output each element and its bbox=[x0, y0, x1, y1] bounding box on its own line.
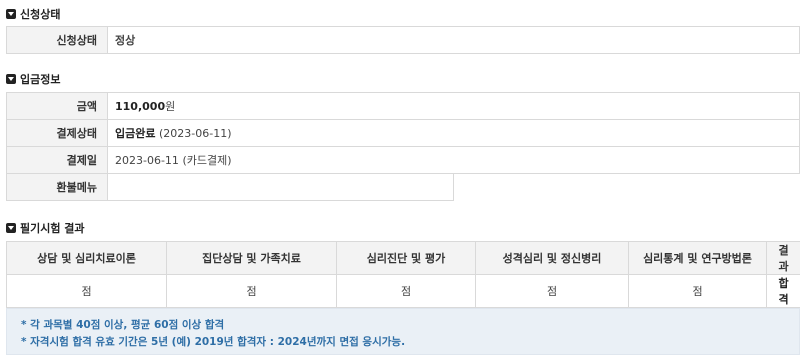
table-row: 신청상태 정상 bbox=[6, 26, 800, 54]
subject-header-5: 심리통계 및 연구방법론 bbox=[628, 241, 767, 275]
score-cell-5: 점 bbox=[628, 274, 767, 308]
refund-menu-cell[interactable] bbox=[107, 173, 454, 201]
application-section-title: 신청상태 bbox=[6, 6, 60, 22]
subject-header-1: 상담 및 심리치료이론 bbox=[6, 241, 167, 275]
amount-cell: 110,000원 bbox=[107, 92, 800, 120]
exam-result-table: 상담 및 심리치료이론 집단상담 및 가족치료 심리진단 및 평가 성격심리 및… bbox=[6, 241, 800, 308]
table-row: 환불메뉴 bbox=[6, 173, 800, 201]
pay-status-value: 입금완료 bbox=[115, 127, 156, 140]
table-header-row: 상담 및 심리치료이론 집단상담 및 가족치료 심리진단 및 평가 성격심리 및… bbox=[6, 241, 800, 275]
collapse-box-icon bbox=[6, 223, 16, 233]
application-title-text: 신청상태 bbox=[20, 8, 61, 21]
table-row: 점 점 점 점 점 합격 bbox=[6, 274, 800, 308]
notice-box: * 각 과목별 40점 이상, 평균 60점 이상 합격 * 자격시험 합격 유… bbox=[6, 308, 800, 355]
subject-header-4: 성격심리 및 정신병리 bbox=[475, 241, 629, 275]
refund-menu-spacer bbox=[453, 173, 800, 201]
exam-title-text: 필기시험 결과 bbox=[20, 222, 85, 235]
application-status-label: 신청상태 bbox=[6, 26, 108, 54]
collapse-box-icon bbox=[6, 74, 16, 84]
result-header: 결과 bbox=[766, 241, 800, 275]
result-cell: 합격 bbox=[766, 274, 800, 308]
application-table: 신청상태 정상 bbox=[6, 26, 800, 54]
score-cell-3: 점 bbox=[336, 274, 476, 308]
table-row: 결제일 2023-06-11 (카드결제) bbox=[6, 146, 800, 174]
table-row: 결제상태 입금완료 (2023-06-11) bbox=[6, 119, 800, 147]
notice-line-1: * 각 과목별 40점 이상, 평균 60점 이상 합격 bbox=[21, 319, 225, 331]
amount-unit: 원 bbox=[165, 100, 176, 113]
pay-date-label: 결제일 bbox=[6, 146, 108, 174]
pay-status-date: (2023-06-11) bbox=[158, 127, 232, 140]
amount-value: 110,000 bbox=[115, 100, 166, 113]
payment-section-title: 입금정보 bbox=[6, 71, 60, 87]
payment-table: 금액 110,000원 결제상태 입금완료 (2023-06-11) 결제일 2… bbox=[6, 92, 800, 201]
amount-label: 금액 bbox=[6, 92, 108, 120]
notice-line-2: * 자격시험 합격 유효 기간은 5년 (예) 2019년 합격자 : 2024… bbox=[21, 336, 406, 348]
refund-menu-label: 환불메뉴 bbox=[6, 173, 108, 201]
pay-date-cell: 2023-06-11 (카드결제) bbox=[107, 146, 800, 174]
table-row: 금액 110,000원 bbox=[6, 92, 800, 120]
score-cell-4: 점 bbox=[475, 274, 629, 308]
score-cell-1: 점 bbox=[6, 274, 167, 308]
subject-header-3: 심리진단 및 평가 bbox=[336, 241, 476, 275]
subject-header-2: 집단상담 및 가족치료 bbox=[166, 241, 337, 275]
application-status-value: 정상 bbox=[107, 26, 800, 54]
collapse-box-icon bbox=[6, 9, 16, 19]
pay-status-cell: 입금완료 (2023-06-11) bbox=[107, 119, 800, 147]
score-cell-2: 점 bbox=[166, 274, 337, 308]
pay-date-value: 2023-06-11 bbox=[115, 154, 179, 167]
pay-status-label: 결제상태 bbox=[6, 119, 108, 147]
pay-method: (카드결제) bbox=[182, 154, 232, 167]
exam-section-title: 필기시험 결과 bbox=[6, 220, 85, 236]
payment-title-text: 입금정보 bbox=[20, 73, 61, 86]
